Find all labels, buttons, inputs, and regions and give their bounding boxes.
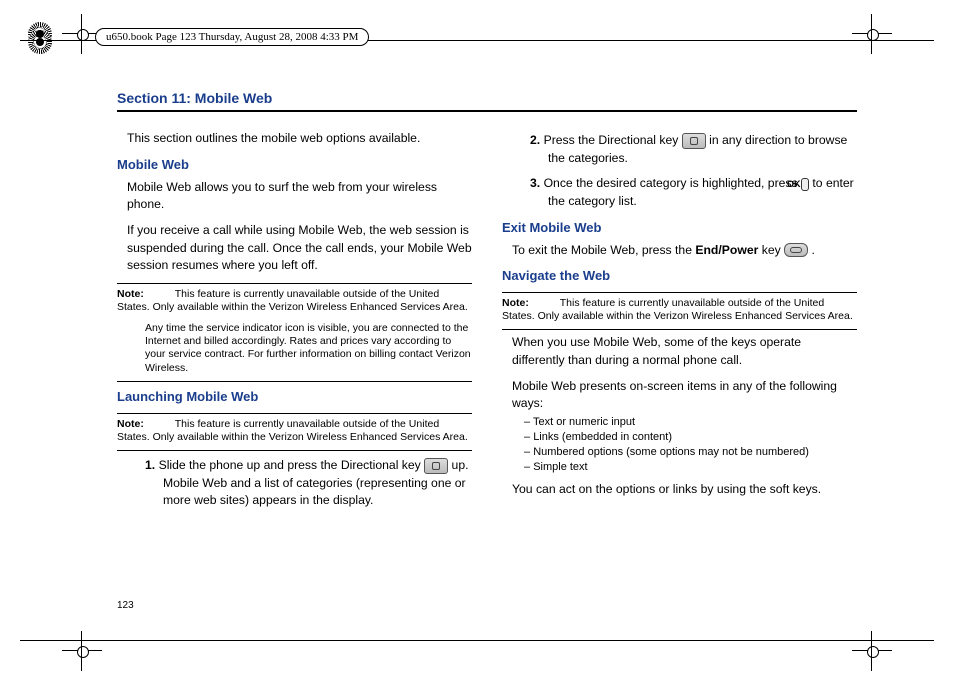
section-title: Section 11: Mobile Web xyxy=(117,90,857,106)
note-2: Note: This feature is currently unavaila… xyxy=(117,418,472,444)
rule xyxy=(117,381,472,382)
directional-key-icon xyxy=(682,133,706,149)
step-text: Slide the phone up and press the Directi… xyxy=(159,458,425,472)
exit-text: To exit the Mobile Web, press the End/Po… xyxy=(512,242,857,260)
note-text: This feature is currently unavailable ou… xyxy=(502,297,853,322)
nav-p3: You can act on the options or links by u… xyxy=(512,481,857,499)
crop-cross-icon xyxy=(852,14,892,54)
nav-p1: When you use Mobile Web, some of the key… xyxy=(512,334,857,369)
step-3: 3. Once the desired category is highligh… xyxy=(530,175,857,210)
nav-bullets: Text or numeric input Links (embedded in… xyxy=(524,415,857,474)
step-number: 3. xyxy=(530,176,540,190)
right-column: 2. Press the Directional key in any dire… xyxy=(502,126,857,518)
note-3: Note: This feature is currently unavaila… xyxy=(502,297,857,323)
list-item: Simple text xyxy=(524,460,857,475)
note-label: Note: xyxy=(117,288,144,300)
note-text: This feature is currently unavailable ou… xyxy=(117,418,468,443)
step-1: 1. Slide the phone up and press the Dire… xyxy=(145,457,472,510)
rule xyxy=(117,413,472,414)
rule xyxy=(117,450,472,451)
list-item: Links (embedded in content) xyxy=(524,430,857,445)
mobile-web-p1: Mobile Web allows you to surf the web fr… xyxy=(127,179,472,214)
note-text: This feature is currently unavailable ou… xyxy=(117,288,468,313)
directional-key-icon xyxy=(424,458,448,474)
step-text: Once the desired category is highlighted… xyxy=(544,176,801,190)
rule xyxy=(502,329,857,330)
list-item: Numbered options (some options may not b… xyxy=(524,445,857,460)
crop-cross-icon xyxy=(852,631,892,671)
step-number: 1. xyxy=(145,458,155,472)
step-number: 2. xyxy=(530,133,540,147)
heading-mobile-web: Mobile Web xyxy=(117,156,472,175)
step-2: 2. Press the Directional key in any dire… xyxy=(530,132,857,167)
rule xyxy=(502,292,857,293)
exit-a: To exit the Mobile Web, press the xyxy=(512,243,695,257)
section-rule xyxy=(117,110,857,112)
bottom-crop-line xyxy=(20,640,934,641)
note-1: Note: This feature is currently unavaila… xyxy=(117,288,472,375)
note-label: Note: xyxy=(502,297,529,309)
heading-launching: Launching Mobile Web xyxy=(117,388,472,407)
heading-navigate: Navigate the Web xyxy=(502,267,857,286)
intro-text: This section outlines the mobile web opt… xyxy=(127,130,472,148)
heading-exit: Exit Mobile Web xyxy=(502,219,857,238)
end-key-icon xyxy=(784,243,808,257)
mobile-web-p2: If you receive a call while using Mobile… xyxy=(127,222,472,275)
exit-b: key xyxy=(758,243,784,257)
note-text-2: Any time the service indicator icon is v… xyxy=(145,322,472,375)
end-power-label: End/Power xyxy=(695,243,758,257)
exit-c: . xyxy=(808,243,815,257)
rule xyxy=(117,283,472,284)
note-label: Note: xyxy=(117,418,144,430)
ok-key-icon: OK xyxy=(801,178,809,191)
nav-p2: Mobile Web presents on-screen items in a… xyxy=(512,378,857,413)
running-header: u650.book Page 123 Thursday, August 28, … xyxy=(95,28,369,46)
list-item: Text or numeric input xyxy=(524,415,857,430)
page-number: 123 xyxy=(117,600,134,611)
step-text: Press the Directional key xyxy=(544,133,682,147)
left-column: This section outlines the mobile web opt… xyxy=(117,126,472,518)
page-body: Section 11: Mobile Web This section outl… xyxy=(117,90,857,518)
crop-cross-icon xyxy=(62,631,102,671)
